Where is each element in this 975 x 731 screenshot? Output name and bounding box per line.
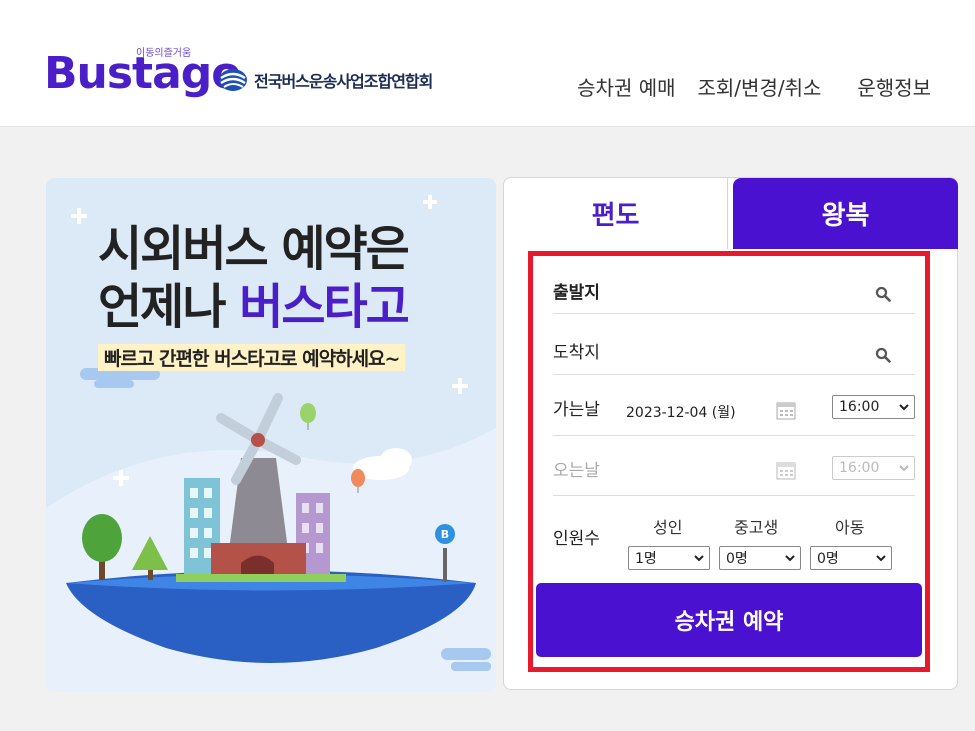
chevron-down-icon	[876, 555, 886, 562]
child-count-value: 0명	[817, 551, 839, 567]
banner-headline-line1: 시외버스 예약은	[98, 221, 410, 277]
main-nav: 승차권 예매 조회/변경/취소 운행정보	[577, 72, 931, 101]
association-emblem-icon	[219, 69, 247, 91]
bustago-logo[interactable]: 이동의즐거움 Bustago	[44, 48, 241, 96]
go-time-select[interactable]: 16:00	[832, 395, 915, 419]
chevron-down-icon	[899, 404, 909, 411]
adult-count-value: 1명	[635, 551, 657, 567]
banner-headline-line2: 언제나 버스타고	[98, 278, 410, 336]
banner-headline-prefix: 언제나	[98, 279, 240, 335]
nav-ticket-booking[interactable]: 승차권 예매	[577, 72, 675, 101]
booking-form: 출발지 도착지 가는날 2023-12-04 (월) 16:00 오는날 16:…	[528, 251, 930, 672]
chevron-down-icon	[694, 555, 704, 562]
adult-count-select[interactable]: 1명	[628, 546, 710, 570]
nav-lookup-change-cancel[interactable]: 조회/변경/취소	[698, 72, 822, 101]
tab-oneway[interactable]: 편도	[504, 178, 728, 249]
promo-banner[interactable]: B 시외버스 예약은 언제나 버스타고 빠르고 간편한 버스타고로 예약하세요~	[46, 178, 496, 692]
reserve-ticket-button[interactable]: 승차권 예약	[536, 583, 922, 657]
calendar-icon[interactable]	[776, 462, 796, 480]
return-date-row: 오는날 16:00	[553, 436, 915, 496]
association-name: 전국버스운송사업조합연합회	[254, 72, 433, 91]
banner-headline-accent: 버스타고	[239, 279, 410, 335]
go-date-label: 가는날	[553, 400, 600, 420]
youth-count-select[interactable]: 0명	[719, 546, 801, 570]
search-icon[interactable]	[875, 347, 891, 363]
child-count-select[interactable]: 0명	[810, 546, 892, 570]
youth-label: 중고생	[734, 518, 779, 537]
return-date-label: 오는날	[553, 461, 600, 481]
child-label: 아동	[835, 518, 865, 537]
association-logo: 전국버스운송사업조합연합회	[218, 68, 433, 92]
go-time-value: 16:00	[839, 399, 880, 415]
departure-field[interactable]: 출발지	[553, 264, 915, 314]
departure-label: 출발지	[553, 283, 600, 303]
logo-tagline: 이동의즐거움	[136, 48, 192, 59]
arrival-field[interactable]: 도착지	[553, 314, 915, 375]
banner-subtitle: 빠르고 간편한 버스타고로 예약하세요~	[98, 344, 406, 371]
return-time-select[interactable]: 16:00	[832, 456, 915, 480]
bus-stop-sign-text: B	[441, 528, 449, 541]
chevron-down-icon	[785, 555, 795, 562]
chevron-down-icon	[899, 465, 909, 472]
arrival-label: 도착지	[553, 343, 600, 363]
go-date-value[interactable]: 2023-12-04 (월)	[626, 402, 736, 422]
youth-count-value: 0명	[726, 551, 748, 567]
go-date-row: 가는날 2023-12-04 (월) 16:00	[553, 375, 915, 436]
adult-label: 성인	[653, 518, 683, 537]
passengers-label: 인원수	[553, 529, 600, 549]
header: 이동의즐거움 Bustago 전국버스운송사업조합연합회 승차권 예매 조회/변…	[0, 0, 975, 127]
banner-headline: 시외버스 예약은 언제나 버스타고	[98, 220, 410, 336]
search-icon[interactable]	[875, 286, 891, 302]
calendar-icon[interactable]	[776, 402, 796, 420]
return-time-value: 16:00	[839, 460, 880, 476]
nav-service-info[interactable]: 운행정보	[857, 72, 931, 101]
tab-roundtrip[interactable]: 왕복	[733, 178, 958, 249]
